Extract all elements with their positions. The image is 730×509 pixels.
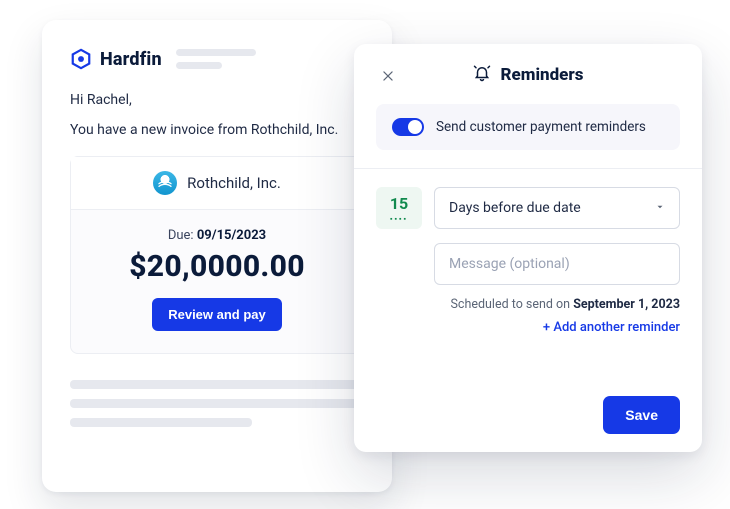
due-label: Due: xyxy=(168,228,194,243)
due-date: 09/15/2023 xyxy=(197,228,266,243)
divider xyxy=(354,168,702,169)
due-line: Due: 09/15/2023 xyxy=(87,228,347,243)
days-row: 15 ▪▪▪▪ Days before due date xyxy=(376,187,680,229)
invoice-body: Due: 09/15/2023 $20,0000.00 Review and p… xyxy=(71,210,363,353)
scheduled-prefix: Scheduled to send on xyxy=(450,297,570,312)
brand-name: Hardfin xyxy=(100,49,162,70)
email-greeting: Hi Rachel, xyxy=(70,92,364,108)
add-reminder-link[interactable]: + Add another reminder xyxy=(376,320,680,335)
brand-logo-icon xyxy=(70,48,92,70)
modal-title: Reminders xyxy=(501,65,584,85)
days-input[interactable]: 15 ▪▪▪▪ xyxy=(376,187,422,229)
scheduled-date: September 1, 2023 xyxy=(573,297,680,312)
save-button[interactable]: Save xyxy=(603,396,680,434)
reminders-toggle[interactable] xyxy=(392,118,424,136)
email-lead: You have a new invoice from Rothchild, I… xyxy=(70,122,364,138)
days-value: 15 xyxy=(390,194,408,213)
company-name: Rothchild, Inc. xyxy=(187,174,281,192)
message-input[interactable]: Message (optional) xyxy=(434,243,680,285)
toggle-row: Send customer payment reminders xyxy=(376,104,680,150)
timing-select-label: Days before due date xyxy=(449,200,581,216)
email-body-placeholder xyxy=(70,380,364,427)
days-underline: ▪▪▪▪ xyxy=(390,215,408,223)
close-icon[interactable] xyxy=(376,64,400,88)
message-placeholder: Message (optional) xyxy=(449,256,570,272)
chevron-down-icon xyxy=(655,200,665,216)
modal-footer: Save xyxy=(376,396,680,434)
review-pay-button[interactable]: Review and pay xyxy=(152,298,282,331)
company-logo-icon xyxy=(153,171,177,195)
timing-select[interactable]: Days before due date xyxy=(434,187,680,229)
toggle-label: Send customer payment reminders xyxy=(436,119,646,135)
invoice-email-card: Hardfin Hi Rachel, You have a new invoic… xyxy=(42,20,392,492)
invoice-summary: Rothchild, Inc. Due: 09/15/2023 $20,0000… xyxy=(70,156,364,354)
modal-header: Reminders xyxy=(376,64,680,104)
brand-placeholder xyxy=(176,49,256,69)
scheduled-text: Scheduled to send on September 1, 2023 xyxy=(376,297,680,312)
invoice-header: Rothchild, Inc. xyxy=(71,157,363,210)
bell-icon xyxy=(473,64,491,86)
reminders-modal: Reminders Send customer payment reminder… xyxy=(354,44,702,452)
invoice-amount: $20,0000.00 xyxy=(87,249,347,284)
brand-row: Hardfin xyxy=(70,48,364,70)
